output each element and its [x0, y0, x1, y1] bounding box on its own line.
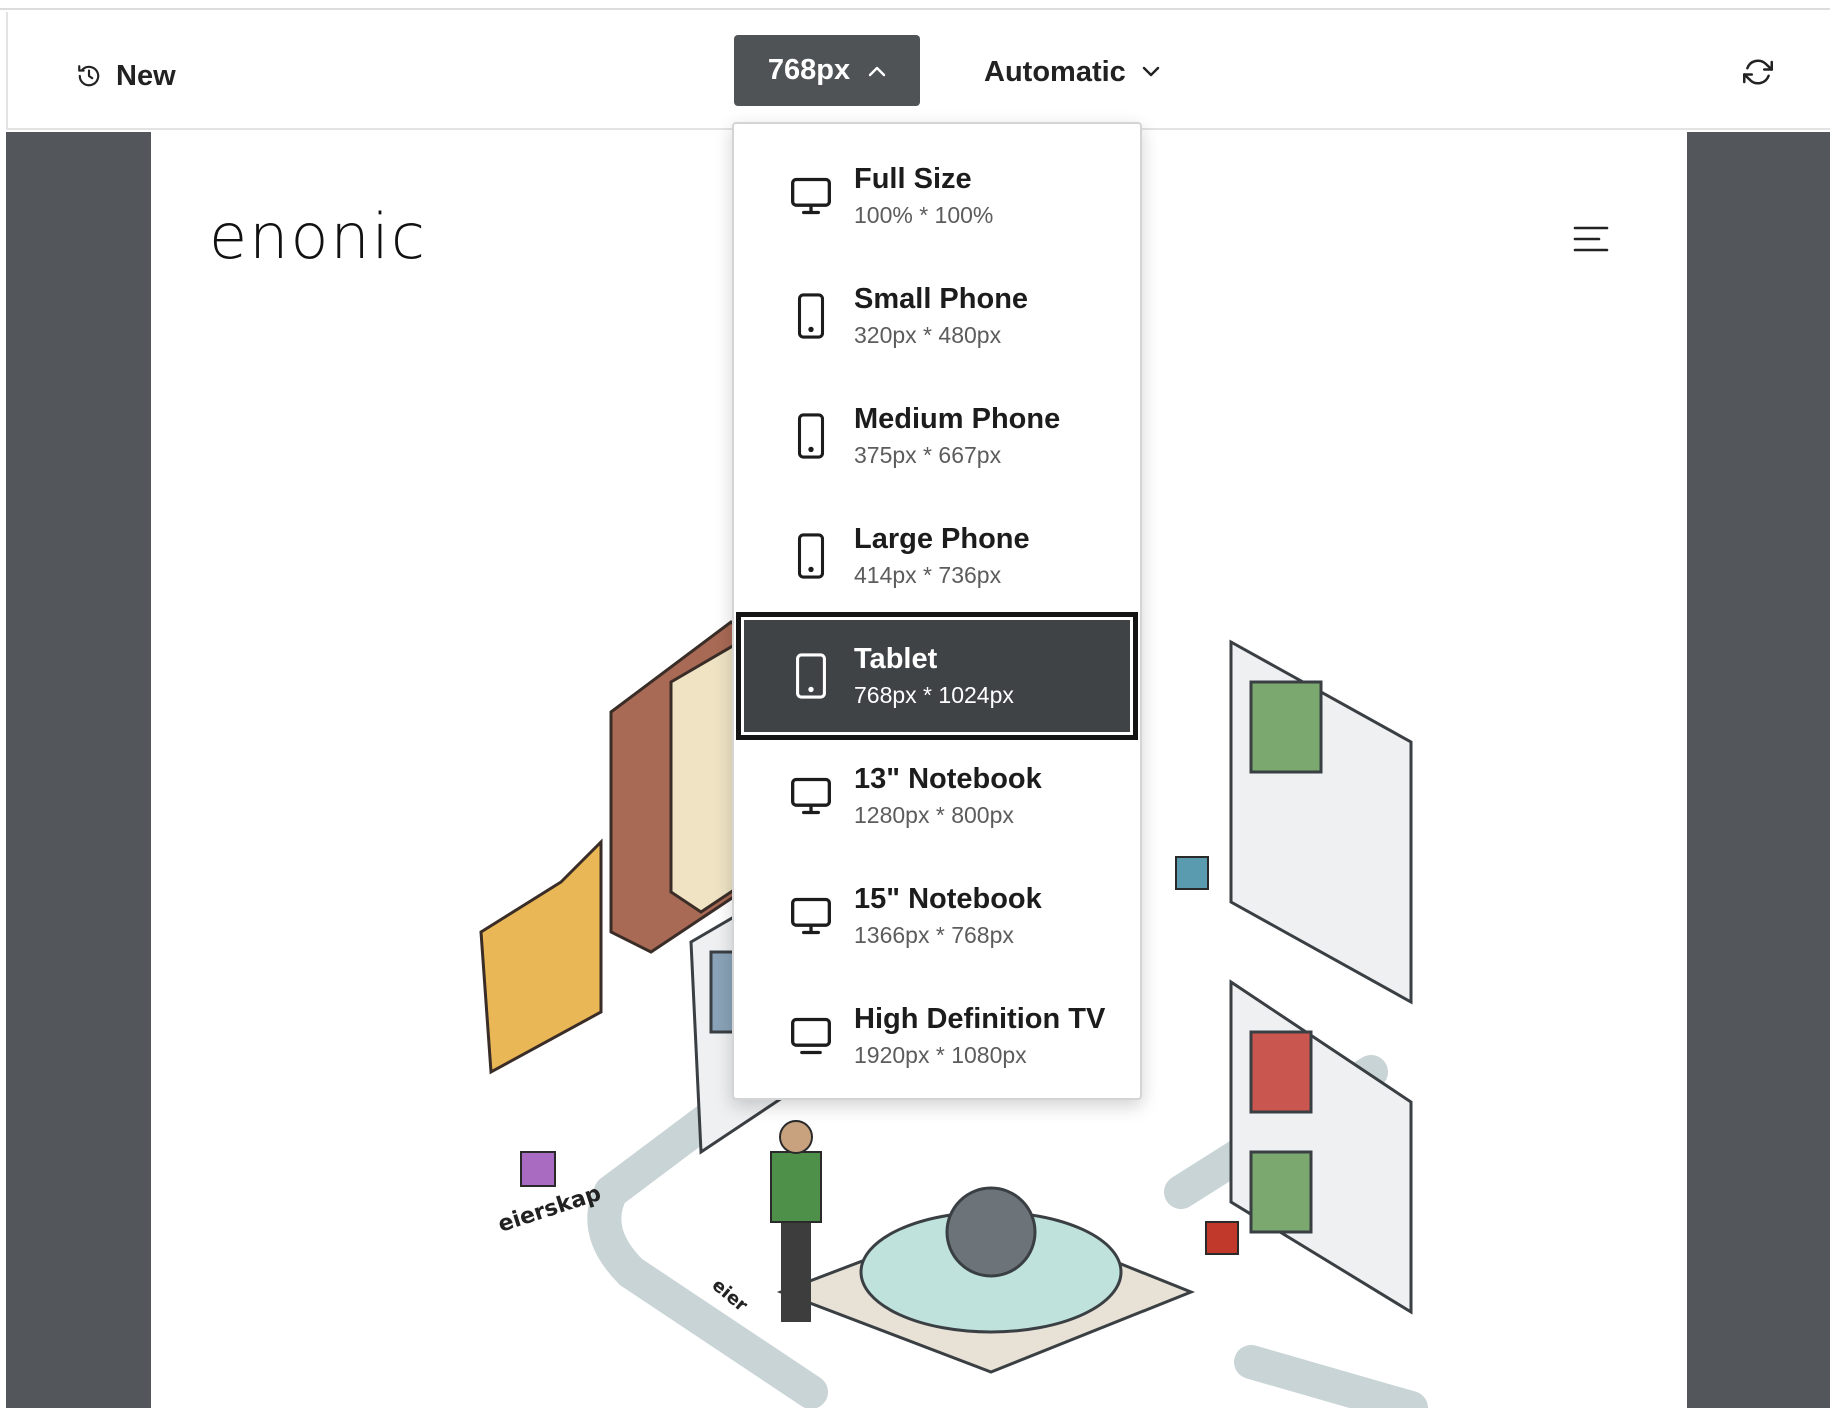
device-option-name: Full Size — [854, 163, 972, 195]
tablet-icon — [786, 651, 836, 701]
history-icon — [78, 65, 100, 87]
phone-icon — [786, 411, 836, 461]
eierskap-label: eierskap — [495, 1181, 604, 1238]
chevron-up-icon — [868, 66, 886, 76]
new-version-button[interactable]: New — [76, 54, 176, 98]
device-size-button[interactable]: 768px — [734, 35, 920, 106]
device-option-tablet[interactable]: Tablet 768px * 1024px — [736, 612, 1138, 740]
device-option-name: Large Phone — [854, 523, 1030, 555]
device-option-small-phone[interactable]: Small Phone 320px * 480px — [744, 260, 1130, 372]
preview-toolbar: New 768px Automatic — [6, 12, 1830, 130]
device-option-dimensions: 1366px * 768px — [854, 922, 1014, 948]
device-option-dimensions: 414px * 736px — [854, 562, 1002, 588]
monitor-icon — [786, 171, 836, 221]
device-option-full-size[interactable]: Full Size 100% * 100% — [744, 140, 1130, 252]
device-size-label: 768px — [767, 54, 851, 86]
phone-icon — [786, 291, 836, 341]
chevron-down-icon — [1142, 66, 1159, 77]
device-option-dimensions: 1920px * 1080px — [854, 1042, 1027, 1068]
phone-icon — [786, 531, 836, 581]
device-size-dropdown: Full Size 100% * 100% Small Phone 320px … — [732, 122, 1142, 1100]
device-option-name: 15" Notebook — [854, 883, 1042, 915]
device-option-hd-tv[interactable]: High Definition TV 1920px * 1080px — [744, 980, 1130, 1092]
device-option-large-phone[interactable]: Large Phone 414px * 736px — [744, 500, 1130, 612]
monitor-icon — [786, 771, 836, 821]
hamburger-menu-icon[interactable] — [1573, 224, 1609, 254]
device-option-medium-phone[interactable]: Medium Phone 375px * 667px — [744, 380, 1130, 492]
device-option-dimensions: 768px * 1024px — [854, 682, 1014, 708]
device-option-name: Small Phone — [854, 283, 1029, 315]
window-top-border — [0, 0, 1830, 10]
monitor-icon — [786, 891, 836, 941]
refresh-icon — [1743, 59, 1773, 85]
site-logo[interactable]: enonic — [209, 200, 427, 273]
device-option-dimensions: 100% * 100% — [854, 202, 994, 228]
device-option-dimensions: 320px * 480px — [854, 322, 1002, 348]
device-option-13-notebook[interactable]: 13" Notebook 1280px * 800px — [744, 740, 1130, 852]
new-label: New — [116, 59, 176, 92]
refresh-button[interactable] — [1738, 52, 1778, 92]
device-option-name: 13" Notebook — [854, 763, 1042, 795]
device-option-dimensions: 375px * 667px — [854, 442, 1002, 468]
device-option-name: Tablet — [854, 643, 938, 675]
device-option-name: High Definition TV — [854, 1003, 1106, 1035]
device-option-name: Medium Phone — [854, 403, 1061, 435]
device-option-15-notebook[interactable]: 15" Notebook 1366px * 768px — [744, 860, 1130, 972]
mode-label: Automatic — [984, 55, 1126, 88]
device-option-dimensions: 1280px * 800px — [854, 802, 1014, 828]
mode-select-button[interactable]: Automatic — [984, 50, 1160, 94]
tv-icon — [786, 1011, 836, 1061]
